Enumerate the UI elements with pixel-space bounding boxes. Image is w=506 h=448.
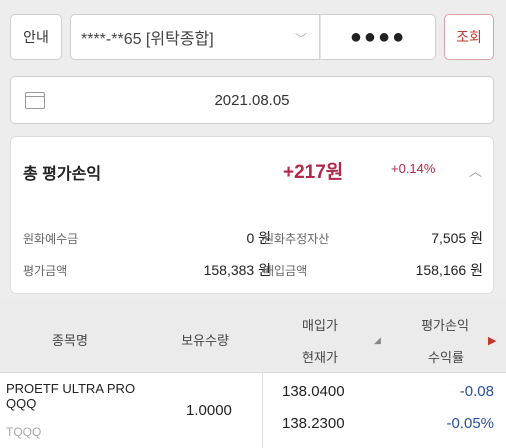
chevron-down-icon: ﹀ (294, 32, 307, 46)
summary-card: 총 평가손익 +217원 +0.14% ︿ 원화예수금 0 원 원화추정자산 7… (10, 136, 494, 294)
header-current-price[interactable]: 현재가 (290, 347, 350, 366)
calendar-icon[interactable] (25, 92, 45, 109)
estimated-assets-value: 7,505 원 (431, 230, 483, 246)
guide-button[interactable]: 안내 (10, 14, 62, 60)
row-rate: -0.05% (446, 415, 494, 432)
valuation-value: 158,383 원 (203, 262, 271, 278)
account-select[interactable]: ****-**65 [위탁종합] ﹀ (70, 14, 320, 60)
inquiry-button[interactable]: 조회 (444, 14, 494, 60)
table-header: 종목명 보유수량 매입가 현재가 ◢ 평가손익 수익률 (0, 300, 506, 370)
holding-quantity: 1.0000 (186, 402, 232, 419)
total-pnl-amount: +217원 (283, 162, 344, 183)
row-pnl: -0.08 (459, 383, 494, 400)
current-price: 138.2300 (282, 415, 345, 432)
valuation-label: 평가금액 (23, 264, 68, 278)
deposit-label: 원화예수금 (23, 232, 79, 246)
date-value: 2021.08.05 (214, 91, 290, 109)
stock-code: TQQQ (6, 425, 42, 439)
triangle-right-icon[interactable]: ▶ (488, 334, 496, 347)
header-name[interactable]: 종목명 (40, 330, 100, 349)
password-field[interactable]: ●●●● (320, 14, 436, 60)
purchase-price: 138.0400 (282, 383, 345, 400)
header-pnl[interactable]: 평가손익 (410, 315, 480, 334)
divider (262, 373, 263, 448)
chevron-up-icon[interactable]: ︿ (469, 161, 482, 180)
date-picker[interactable]: 2021.08.05 (10, 76, 494, 124)
purchase-amount-value: 158,166 원 (415, 262, 483, 278)
purchase-amount-label: 매입금액 (263, 264, 308, 278)
sort-icon: ◢ (374, 335, 381, 345)
header-rate[interactable]: 수익률 (416, 347, 476, 366)
header-purchase-price[interactable]: 매입가 (290, 315, 350, 334)
stock-name: PROETF ULTRA PRO QQQ (6, 381, 136, 411)
summary-title: 총 평가손익 (23, 166, 102, 183)
total-pnl-rate: +0.14% (391, 161, 436, 176)
table-row[interactable]: PROETF ULTRA PRO QQQ TQQQ 1.0000 138.040… (0, 372, 506, 448)
header-quantity[interactable]: 보유수량 (170, 330, 240, 349)
account-label: ****-**65 [위탁종합] (81, 31, 214, 48)
deposit-value: 0 원 (246, 230, 271, 246)
estimated-assets-label: 원화추정자산 (263, 232, 330, 246)
